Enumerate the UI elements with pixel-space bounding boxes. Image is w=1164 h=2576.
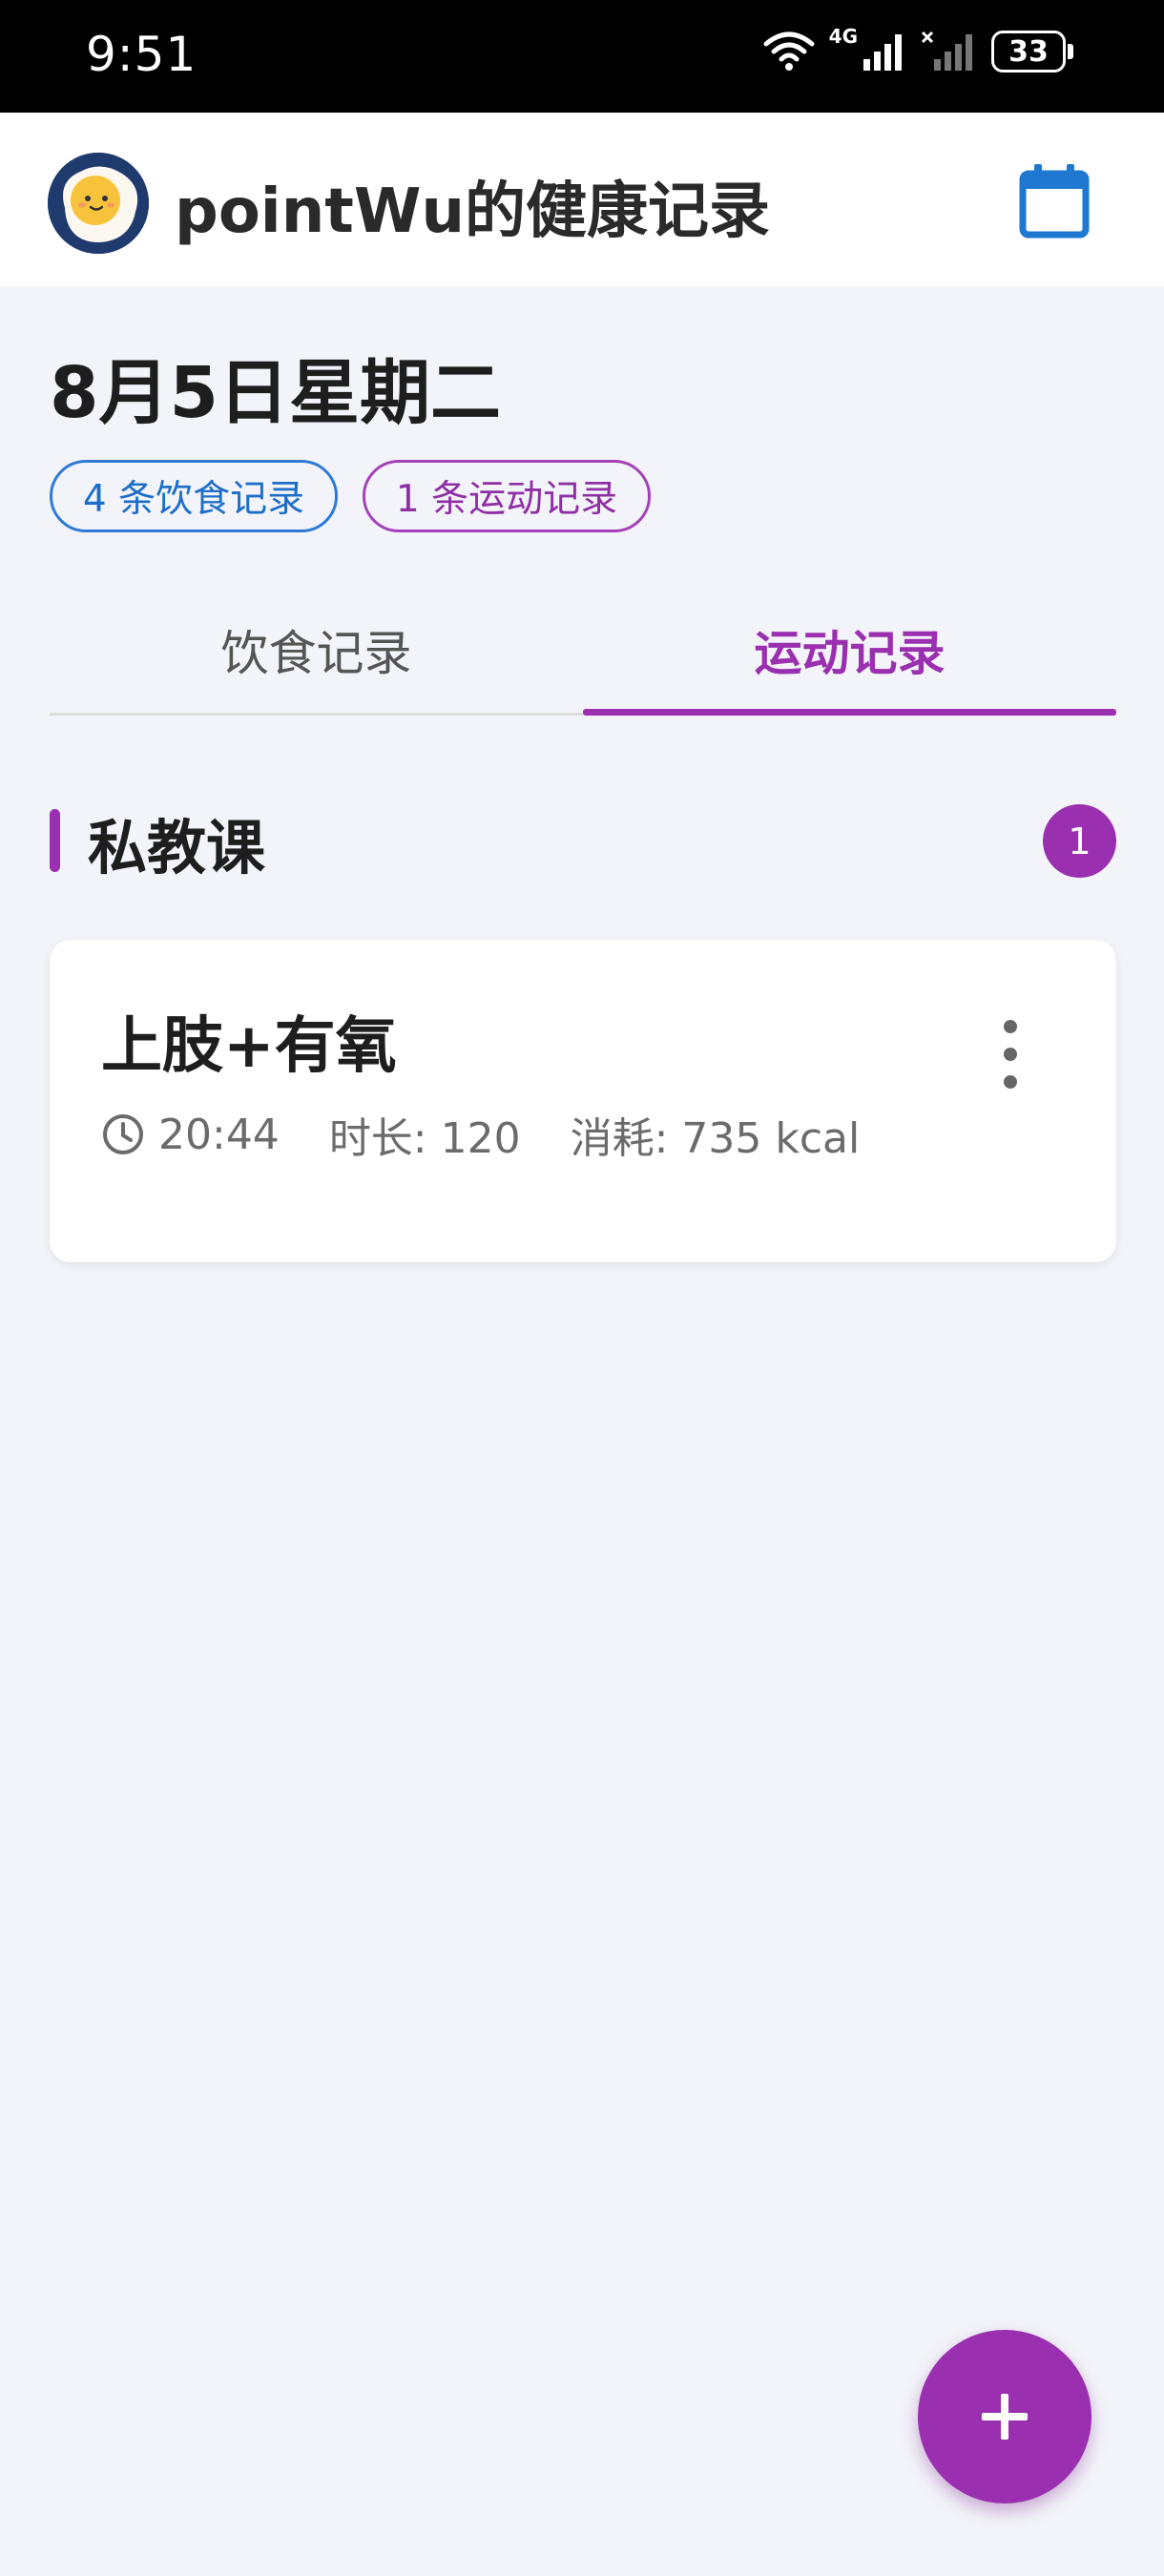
section-accent-bar: [50, 809, 60, 872]
tab-diet[interactable]: 饮食记录: [50, 584, 583, 716]
diet-count-chip[interactable]: 4 条饮食记录: [50, 460, 338, 532]
status-icons: 4G 33: [762, 27, 1073, 73]
exercise-record-card[interactable]: 上肢+有氧 20:44 时长: 120 消耗: 735 kcal: [50, 940, 1116, 1262]
app-bar: pointWu的健康记录: [0, 113, 1164, 286]
record-duration: 时长: 120: [328, 1114, 521, 1163]
record-title: 上肢+有氧: [101, 1011, 397, 1082]
more-options-icon[interactable]: [989, 1016, 1031, 1092]
add-record-button[interactable]: [918, 2330, 1091, 2503]
battery-icon: 33: [991, 31, 1073, 73]
wifi-icon: [762, 31, 816, 73]
clock-icon: [103, 1114, 143, 1154]
record-tabs: 饮食记录 运动记录: [50, 584, 1116, 716]
calendar-icon[interactable]: [1019, 162, 1090, 239]
section-count-badge: 1: [1043, 804, 1116, 878]
signal-icon: [862, 31, 907, 73]
plus-icon: [982, 2394, 1028, 2440]
section-title: 私教课: [88, 813, 266, 883]
record-time: 20:44: [158, 1110, 280, 1159]
network-type: 4G: [828, 25, 858, 48]
record-calories: 消耗: 735 kcal: [570, 1114, 861, 1163]
no-signal-icon: [921, 31, 978, 73]
app-title: pointWu的健康记录: [175, 177, 771, 247]
egg-avatar-icon[interactable]: [48, 153, 149, 254]
tab-exercise[interactable]: 运动记录: [583, 584, 1116, 716]
record-meta: 20:44 时长: 120 消耗: 735 kcal: [101, 1104, 860, 1165]
exercise-count-chip[interactable]: 1 条运动记录: [363, 460, 651, 532]
date-title: 8月5日星期二: [50, 352, 501, 434]
status-time: 9:51: [86, 27, 197, 82]
status-bar: 9:51 4G 33: [0, 0, 1164, 113]
battery-level: 33: [991, 31, 1066, 73]
tab-indicator: [583, 709, 1116, 716]
